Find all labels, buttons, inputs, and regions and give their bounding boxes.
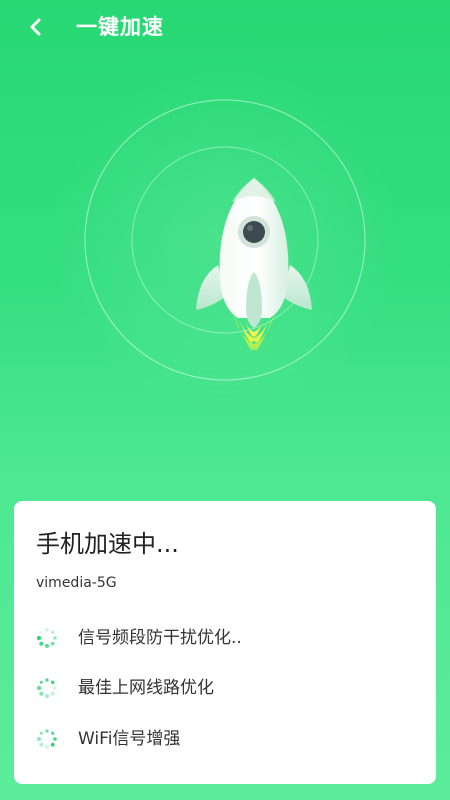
acceleration-status-card: 手机加速中... vimedia-5G 信号频段防干扰优化.. 最佳上网线路优化 bbox=[14, 501, 436, 784]
loading-spinner-icon bbox=[36, 678, 57, 698]
rocket-illustration bbox=[0, 60, 450, 460]
rocket-window bbox=[243, 221, 265, 243]
task-label: WiFi信号增强 bbox=[78, 729, 181, 749]
task-item: WiFi信号增强 bbox=[36, 727, 416, 751]
task-item: 最佳上网线路优化 bbox=[36, 676, 416, 700]
wifi-network-name: vimedia-5G bbox=[36, 575, 117, 591]
loading-spinner-icon bbox=[36, 729, 57, 749]
task-label: 信号频段防干扰优化.. bbox=[78, 628, 242, 648]
page-title: 一键加速 bbox=[76, 15, 164, 39]
top-bar: 一键加速 bbox=[0, 0, 450, 54]
status-title: 手机加速中... bbox=[36, 530, 179, 558]
back-button[interactable] bbox=[20, 10, 54, 44]
task-item: 信号频段防干扰优化.. bbox=[36, 626, 416, 650]
chevron-left-icon bbox=[30, 18, 41, 36]
loading-spinner-icon bbox=[36, 628, 57, 648]
task-label: 最佳上网线路优化 bbox=[78, 678, 214, 698]
